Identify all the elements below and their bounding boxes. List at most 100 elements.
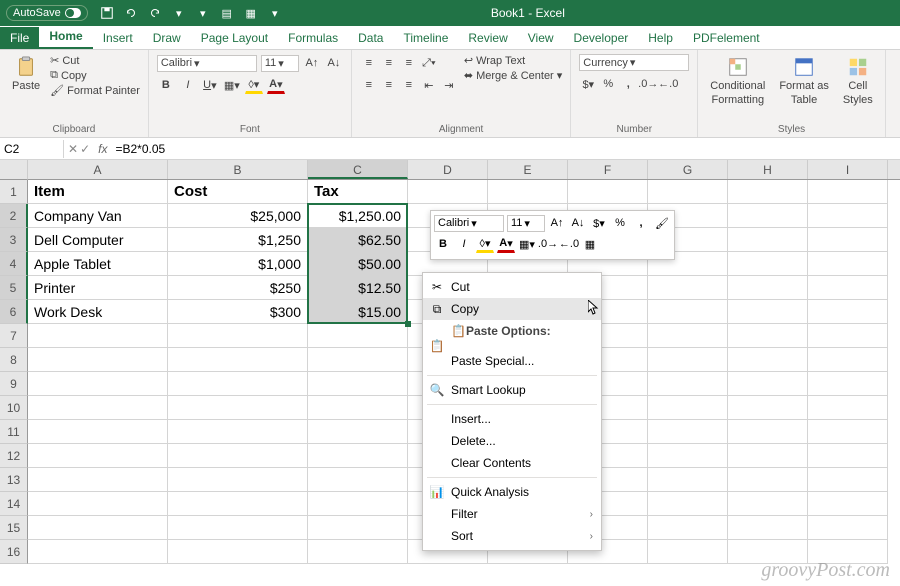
cell-C8[interactable] (308, 348, 408, 372)
comma-icon[interactable]: , (619, 75, 637, 93)
cut-button[interactable]: ✂Cut (50, 54, 140, 67)
cell-E1[interactable] (488, 180, 568, 204)
column-header-F[interactable]: F (568, 160, 648, 179)
tab-view[interactable]: View (518, 27, 564, 49)
tab-review[interactable]: Review (458, 27, 517, 49)
column-header-D[interactable]: D (408, 160, 488, 179)
cell-H7[interactable] (728, 324, 808, 348)
cell-A8[interactable] (28, 348, 168, 372)
wrap-text-button[interactable]: ↩Wrap Text (464, 54, 562, 67)
mini-decrease-font-icon[interactable]: A↓ (569, 214, 587, 232)
column-header-C[interactable]: C (308, 160, 408, 179)
cell-I3[interactable] (808, 228, 888, 252)
cell-G14[interactable] (648, 492, 728, 516)
cell-G12[interactable] (648, 444, 728, 468)
cell-A11[interactable] (28, 420, 168, 444)
tab-page-layout[interactable]: Page Layout (191, 27, 278, 49)
decrease-decimal-icon[interactable]: ←.0 (659, 75, 677, 93)
cell-C12[interactable] (308, 444, 408, 468)
row-header-16[interactable]: 16 (0, 540, 28, 564)
cell-A2[interactable]: Company Van (28, 204, 168, 228)
cell-B9[interactable] (168, 372, 308, 396)
cancel-icon[interactable]: ✕ (68, 142, 78, 156)
mini-size-select[interactable]: 11▾ (507, 215, 545, 232)
cell-C10[interactable] (308, 396, 408, 420)
cell-C16[interactable] (308, 540, 408, 564)
cell-G8[interactable] (648, 348, 728, 372)
cell-I4[interactable] (808, 252, 888, 276)
cell-H8[interactable] (728, 348, 808, 372)
ctx-insert[interactable]: Insert... (423, 408, 601, 430)
tab-pdfelement[interactable]: PDFelement (683, 27, 770, 49)
row-header-5[interactable]: 5 (0, 276, 28, 300)
cell-B12[interactable] (168, 444, 308, 468)
font-color-button[interactable]: A▾ (267, 76, 285, 94)
ctx-filter[interactable]: Filter› (423, 503, 601, 525)
mini-inc-dec-icon[interactable]: .0→ (539, 235, 557, 253)
align-middle-icon[interactable]: ≡ (380, 54, 398, 72)
cell-I8[interactable] (808, 348, 888, 372)
cell-H2[interactable] (728, 204, 808, 228)
align-right-icon[interactable]: ≡ (400, 76, 418, 94)
cell-G16[interactable] (648, 540, 728, 564)
cell-I7[interactable] (808, 324, 888, 348)
cell-H13[interactable] (728, 468, 808, 492)
qat-icon-2[interactable]: ▾ (196, 6, 210, 20)
ctx-paste-special[interactable]: Paste Special... (423, 350, 601, 372)
enter-icon[interactable]: ✓ (80, 142, 90, 156)
qat-icon-5[interactable]: ▾ (268, 6, 282, 20)
cell-I11[interactable] (808, 420, 888, 444)
mini-font-color-icon[interactable]: A▾ (497, 235, 515, 253)
cell-G5[interactable] (648, 276, 728, 300)
tab-insert[interactable]: Insert (93, 27, 143, 49)
mini-increase-font-icon[interactable]: A↑ (548, 214, 566, 232)
tab-home[interactable]: Home (39, 25, 92, 49)
cell-C1[interactable]: Tax (308, 180, 408, 204)
row-header-2[interactable]: 2 (0, 204, 28, 228)
cell-I6[interactable] (808, 300, 888, 324)
cell-C2[interactable]: $1,250.00 (308, 204, 408, 228)
row-header-8[interactable]: 8 (0, 348, 28, 372)
cell-A15[interactable] (28, 516, 168, 540)
cell-B16[interactable] (168, 540, 308, 564)
paste-button[interactable]: Paste (8, 54, 44, 94)
cell-B13[interactable] (168, 468, 308, 492)
cell-A10[interactable] (28, 396, 168, 420)
row-header-9[interactable]: 9 (0, 372, 28, 396)
cell-A6[interactable]: Work Desk (28, 300, 168, 324)
cell-C14[interactable] (308, 492, 408, 516)
cell-C5[interactable]: $12.50 (308, 276, 408, 300)
row-header-12[interactable]: 12 (0, 444, 28, 468)
cell-A12[interactable] (28, 444, 168, 468)
cell-H1[interactable] (728, 180, 808, 204)
cell-I12[interactable] (808, 444, 888, 468)
row-header-6[interactable]: 6 (0, 300, 28, 324)
cell-A4[interactable]: Apple Tablet (28, 252, 168, 276)
cell-B5[interactable]: $250 (168, 276, 308, 300)
cell-B4[interactable]: $1,000 (168, 252, 308, 276)
row-header-13[interactable]: 13 (0, 468, 28, 492)
column-header-I[interactable]: I (808, 160, 888, 179)
ctx-quick-analysis[interactable]: 📊Quick Analysis (423, 481, 601, 503)
tab-draw[interactable]: Draw (143, 27, 191, 49)
cell-H9[interactable] (728, 372, 808, 396)
cell-I14[interactable] (808, 492, 888, 516)
cell-G6[interactable] (648, 300, 728, 324)
cell-I9[interactable] (808, 372, 888, 396)
fill-color-button[interactable]: ◊▾ (245, 76, 263, 94)
ctx-clear-contents[interactable]: Clear Contents (423, 452, 601, 474)
cell-H10[interactable] (728, 396, 808, 420)
tab-help[interactable]: Help (638, 27, 683, 49)
column-header-G[interactable]: G (648, 160, 728, 179)
cell-H4[interactable] (728, 252, 808, 276)
cell-I10[interactable] (808, 396, 888, 420)
cell-I13[interactable] (808, 468, 888, 492)
underline-button[interactable]: U▾ (201, 76, 219, 94)
mini-comma-icon[interactable]: , (632, 214, 650, 232)
align-top-icon[interactable]: ≡ (360, 54, 378, 72)
cell-G10[interactable] (648, 396, 728, 420)
ctx-delete[interactable]: Delete... (423, 430, 601, 452)
select-all-corner[interactable] (0, 160, 28, 180)
ctx-paste-option[interactable]: 📋 (423, 342, 601, 350)
decrease-font-icon[interactable]: A↓ (325, 54, 343, 72)
